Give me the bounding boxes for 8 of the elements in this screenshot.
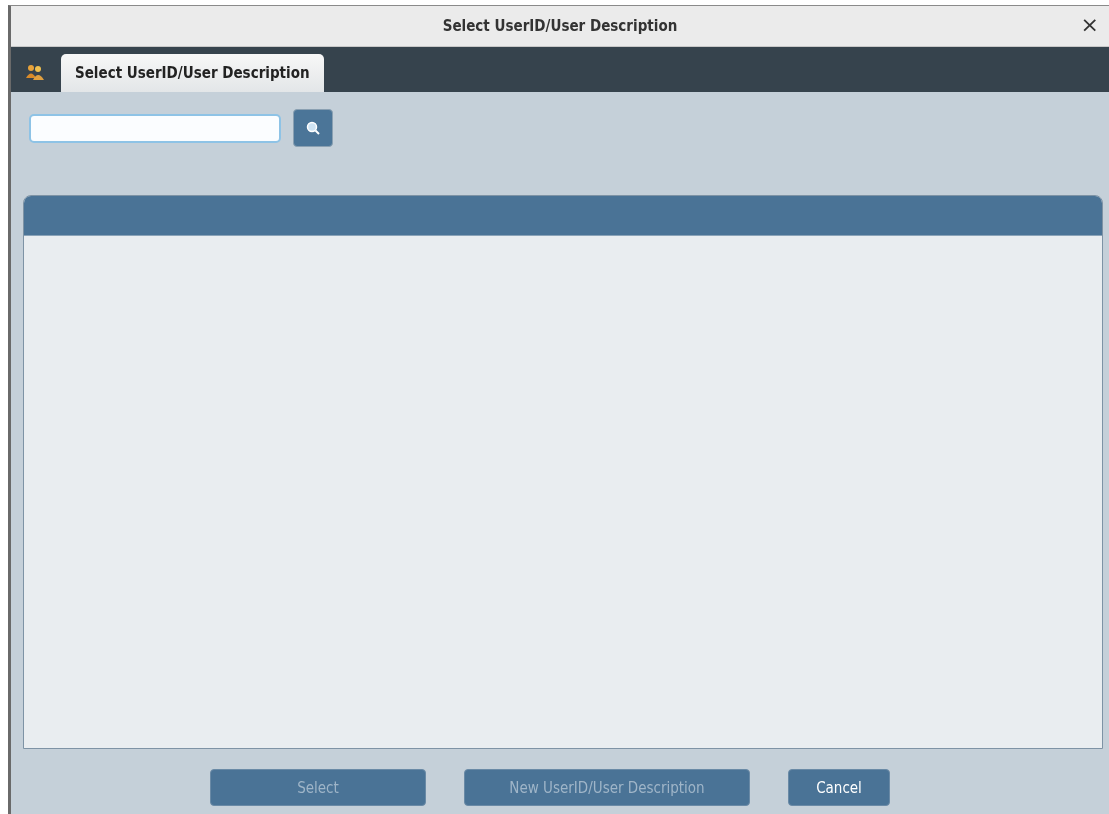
- window-title: Select UserID/User Description: [442, 17, 678, 35]
- users-icon: [25, 64, 45, 80]
- dialog-button[interactable]: Cancel: [788, 769, 890, 806]
- tab[interactable]: Select UserID/User Description: [61, 54, 324, 92]
- search-field[interactable]: [29, 113, 281, 143]
- search-button[interactable]: [293, 109, 333, 147]
- close-button[interactable]: ×: [1076, 14, 1103, 36]
- search-icon: [306, 121, 320, 135]
